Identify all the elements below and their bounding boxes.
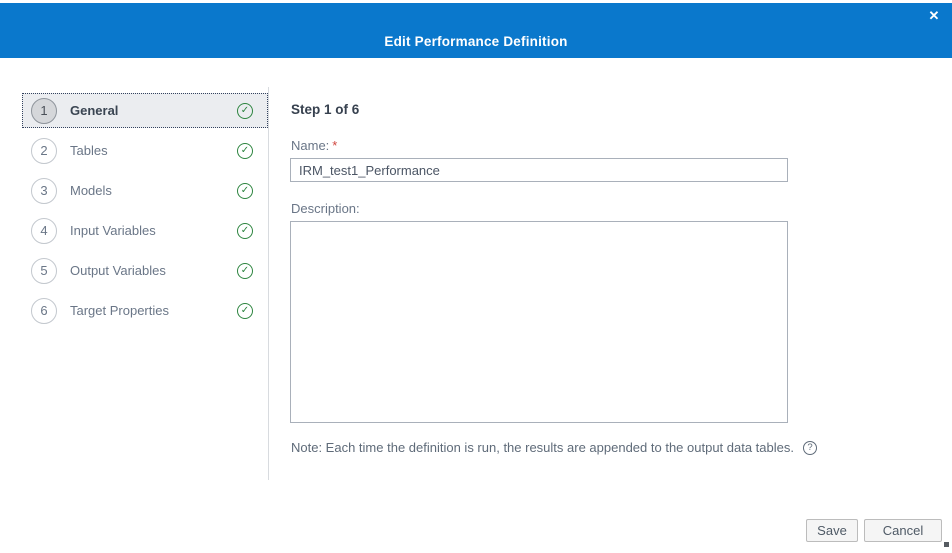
step-complete-check-icon: ✓ <box>237 102 253 119</box>
step-label: Input Variables <box>70 223 156 238</box>
description-field-label: Description: <box>291 201 360 216</box>
step-complete-check-icon: ✓ <box>237 222 253 239</box>
step-label: Models <box>70 183 112 198</box>
name-label-text: Name: <box>291 138 330 153</box>
help-icon[interactable]: ? <box>803 440 817 455</box>
step-number: 3 <box>31 177 57 204</box>
step-complete-check-icon: ✓ <box>237 182 253 199</box>
modal-header: ✕ Edit Performance Definition <box>0 3 952 58</box>
step-number: 4 <box>31 217 57 244</box>
step-item-general[interactable]: 1 General ✓ <box>22 93 268 128</box>
step-complete-check-icon: ✓ <box>237 262 253 279</box>
step-label: Tables <box>70 143 108 158</box>
step-complete-check-icon: ✓ <box>237 142 253 159</box>
step-item-input-variables[interactable]: 4 Input Variables ✓ <box>22 213 268 248</box>
step-item-tables[interactable]: 2 Tables ✓ <box>22 133 268 168</box>
note-text: Note: Each time the definition is run, t… <box>291 440 794 455</box>
resize-grip-dot <box>944 542 949 547</box>
step-label: Output Variables <box>70 263 166 278</box>
step-item-output-variables[interactable]: 5 Output Variables ✓ <box>22 253 268 288</box>
name-input[interactable] <box>290 158 788 182</box>
step-number: 2 <box>31 137 57 164</box>
step-indicator: Step 1 of 6 <box>291 102 360 117</box>
step-number: 1 <box>31 97 57 124</box>
note-row: Note: Each time the definition is run, t… <box>291 440 817 455</box>
cancel-button[interactable]: Cancel <box>864 519 942 542</box>
step-number: 5 <box>31 257 57 284</box>
step-item-models[interactable]: 3 Models ✓ <box>22 173 268 208</box>
sidebar-divider <box>268 87 269 480</box>
wizard-stepper: 1 General ✓ 2 Tables ✓ 3 Models ✓ 4 Inpu… <box>22 93 268 333</box>
step-complete-check-icon: ✓ <box>237 302 253 319</box>
required-marker: * <box>332 138 338 153</box>
save-button[interactable]: Save <box>806 519 858 542</box>
close-icon[interactable]: ✕ <box>925 7 943 25</box>
modal-title: Edit Performance Definition <box>384 34 568 49</box>
step-item-target-properties[interactable]: 6 Target Properties ✓ <box>22 293 268 328</box>
name-field-label: Name: * <box>291 138 337 153</box>
step-number: 6 <box>31 297 57 324</box>
step-label: General <box>70 103 119 118</box>
step-label: Target Properties <box>70 303 169 318</box>
description-textarea[interactable] <box>290 221 788 423</box>
